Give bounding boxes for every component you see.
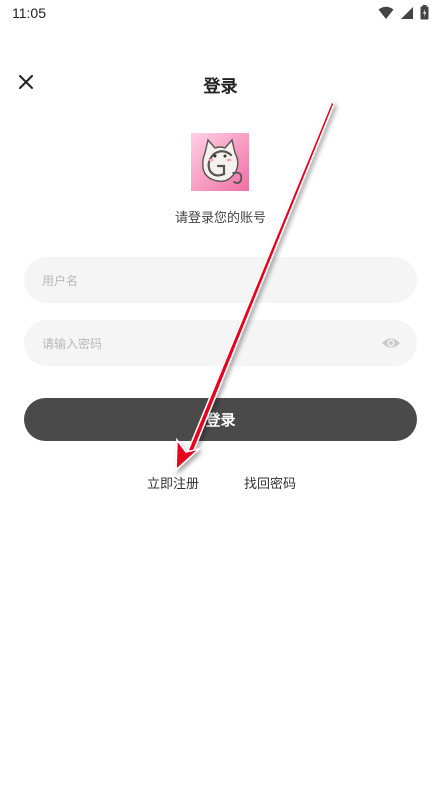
signal-icon (401, 6, 413, 19)
status-bar: 11:05 (0, 0, 441, 28)
status-icons (378, 5, 429, 20)
username-input[interactable] (40, 257, 374, 305)
page-title: 登录 (203, 77, 238, 97)
subtitle: 请登录您的账号 (174, 211, 266, 226)
battery-icon (420, 5, 429, 20)
eye-icon[interactable] (381, 334, 401, 352)
forgot-password-link[interactable]: 找回密码 (244, 473, 296, 492)
app-logo (191, 133, 249, 191)
arrow-head (175, 437, 202, 472)
annotation-arrow (175, 99, 335, 472)
wifi-icon (378, 6, 394, 19)
password-input[interactable] (40, 320, 374, 368)
password-field-container (24, 320, 417, 368)
login-button[interactable]: 登录 (24, 398, 417, 441)
cat-logo-icon (202, 138, 243, 185)
register-link[interactable]: 立即注册 (147, 473, 199, 492)
status-time: 11:05 (12, 5, 46, 21)
username-field-container (24, 257, 417, 305)
